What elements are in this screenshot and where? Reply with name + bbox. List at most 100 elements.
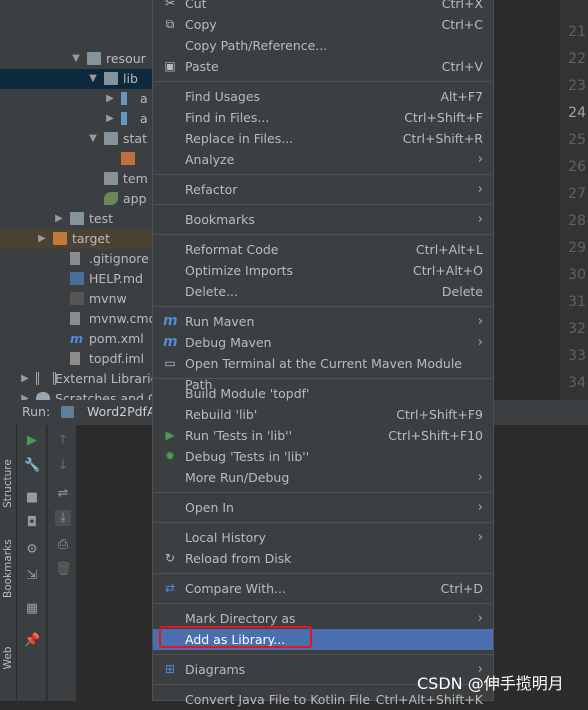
menu-item-shortcut: Ctrl+Shift+F	[404, 110, 483, 125]
tree-row[interactable]: ▶ External Librarie	[0, 369, 155, 389]
tree-row[interactable]: ▶ Scratches and C	[0, 389, 155, 400]
tree-row[interactable]: HELP.md	[0, 269, 155, 289]
menu-item-copy[interactable]: ⧉ Copy Ctrl+C	[153, 14, 493, 35]
tree-row[interactable]: ▶ a	[0, 109, 155, 129]
bookmarks-tab[interactable]: Bookmarks	[2, 539, 14, 598]
context-menu: ✂ Cut Ctrl+X ⧉ Copy Ctrl+C Copy Path/Reference…	[152, 0, 494, 707]
copy-icon: ⧉	[165, 17, 175, 31]
menu-item-paste[interactable]: ▣ Paste Ctrl+V	[153, 56, 493, 77]
up-arrow-icon[interactable]: ↑	[55, 433, 71, 449]
tree-row[interactable]: topdf.iml	[0, 349, 155, 369]
menu-item-delete[interactable]: Delete... Delete	[153, 281, 493, 302]
tree-row[interactable]: tem	[0, 169, 155, 189]
tree-row[interactable]: mvnw	[0, 289, 155, 309]
menu-item-compare-with[interactable]: ⇄ Compare With... Ctrl+D	[153, 578, 493, 599]
tree-row[interactable]	[0, 149, 155, 169]
settings-icon[interactable]: ⚙	[24, 542, 40, 558]
camera-icon[interactable]: ◘	[24, 515, 40, 531]
tree-row[interactable]: ▶ target	[0, 229, 155, 249]
tree-row-label: resour	[106, 51, 146, 66]
layout-icon[interactable]: ▦	[24, 601, 40, 617]
menu-item-open-in[interactable]: Open In ›	[153, 497, 493, 518]
scroll-to-end-icon[interactable]: ⤓	[55, 510, 71, 526]
menu-item-label: Delete...	[185, 284, 238, 299]
tree-row[interactable]: mvnw.cmd	[0, 309, 155, 329]
soft-wrap-icon[interactable]: ⇌	[55, 486, 71, 502]
print-icon[interactable]: ⎙	[55, 537, 71, 553]
menu-item-analyze[interactable]: Analyze ›	[153, 149, 493, 170]
tree-row-label: mvnw.cmd	[89, 311, 155, 326]
run-icon: ▶	[165, 428, 175, 442]
tree-row[interactable]: ▶ test	[0, 209, 155, 229]
menu-item-label: Paste	[185, 59, 219, 74]
chevron-down-icon[interactable]: ▼	[71, 49, 81, 69]
menu-separator	[154, 378, 492, 379]
left-tool-strip: Structure Bookmarks Web	[0, 425, 17, 701]
menu-item-shortcut: Delete	[441, 284, 483, 299]
tree-row[interactable]: ▶ a	[0, 89, 155, 109]
menu-item-find-usages[interactable]: Find Usages Alt+F7	[153, 86, 493, 107]
menu-item-debug-tests-in-lib[interactable]: ✹ Debug 'Tests in 'lib''	[153, 446, 493, 467]
menu-item-local-history[interactable]: Local History ›	[153, 527, 493, 548]
chevron-right-icon[interactable]: ▶	[20, 389, 30, 400]
tree-row[interactable]: .gitignore	[0, 249, 155, 269]
menu-item-optimize-imports[interactable]: Optimize Imports Ctrl+Alt+O	[153, 260, 493, 281]
chevron-right-icon[interactable]: ▶	[105, 89, 115, 109]
menu-item-build-module-topdf[interactable]: Build Module 'topdf'	[153, 383, 493, 404]
menu-item-reformat-code[interactable]: Reformat Code Ctrl+Alt+L	[153, 239, 493, 260]
menu-item-label: Bookmarks	[185, 212, 255, 227]
chevron-right-icon[interactable]: ▶	[37, 229, 47, 249]
run-tab[interactable]: Word2PdfA	[87, 404, 156, 419]
wrench-icon[interactable]: 🔧	[24, 458, 40, 474]
menu-item-open-terminal-at-the-current-maven-module-path[interactable]: ▭ Open Terminal at the Current Maven Modu…	[153, 353, 493, 392]
menu-item-label: Replace in Files...	[185, 131, 294, 146]
rerun-icon[interactable]: ▶	[24, 433, 40, 449]
chevron-down-icon[interactable]: ▼	[88, 129, 98, 149]
chevron-right-icon[interactable]: ▶	[105, 109, 115, 129]
menu-item-run-maven[interactable]: m Run Maven ›	[153, 311, 493, 332]
login-icon[interactable]: ⇲	[24, 568, 40, 584]
down-arrow-icon[interactable]: ↓	[55, 458, 71, 474]
menu-item-run-tests-in-lib[interactable]: ▶ Run 'Tests in 'lib'' Ctrl+Shift+F10	[153, 425, 493, 446]
trash-icon[interactable]: 🗑	[55, 562, 72, 578]
menu-item-more-run-debug[interactable]: More Run/Debug ›	[153, 467, 493, 488]
chevron-right-icon: ›	[477, 500, 483, 515]
maven-icon: m	[163, 313, 178, 329]
tree-row[interactable]: ▼ resour	[0, 49, 155, 69]
pin-icon[interactable]: 📌	[24, 633, 40, 649]
stop-icon[interactable]: ■	[24, 490, 40, 506]
tree-row[interactable]: ▼ lib	[0, 69, 155, 89]
structure-tab[interactable]: Structure	[2, 459, 14, 508]
chevron-down-icon[interactable]: ▼	[88, 69, 98, 89]
menu-item-copy-path-reference[interactable]: Copy Path/Reference...	[153, 35, 493, 56]
menu-item-label: Run Maven	[185, 314, 255, 329]
menu-item-shortcut: Ctrl+D	[440, 581, 483, 596]
menu-item-rebuild-lib[interactable]: Rebuild 'lib' Ctrl+Shift+F9	[153, 404, 493, 425]
menu-separator	[154, 522, 492, 523]
menu-item-label: Convert Java File to Kotlin File	[185, 692, 371, 707]
menu-item-refactor[interactable]: Refactor ›	[153, 179, 493, 200]
menu-item-label: Optimize Imports	[185, 263, 294, 278]
menu-item-cut[interactable]: ✂ Cut Ctrl+X	[153, 0, 493, 14]
chevron-right-icon[interactable]: ▶	[54, 209, 64, 229]
line-number: 24	[568, 105, 586, 121]
chevron-right-icon[interactable]: ▶	[20, 369, 30, 389]
tree-row[interactable]: app	[0, 189, 155, 209]
menu-item-label: Rebuild 'lib'	[185, 407, 258, 422]
menu-item-label: Copy	[185, 17, 217, 32]
menu-item-replace-in-files[interactable]: Replace in Files... Ctrl+Shift+R	[153, 128, 493, 149]
tree-row[interactable]: m pom.xml	[0, 329, 155, 349]
menu-separator	[154, 603, 492, 604]
web-tab[interactable]: Web	[2, 636, 14, 680]
tree-row-label: topdf.iml	[89, 351, 145, 366]
line-number: 22	[568, 51, 586, 67]
tree-row-label: HELP.md	[89, 271, 143, 286]
menu-item-label: Local History	[185, 530, 266, 545]
menu-item-bookmarks[interactable]: Bookmarks ›	[153, 209, 493, 230]
menu-item-shortcut: Ctrl+C	[441, 17, 483, 32]
menu-item-shortcut: Ctrl+Alt+L	[415, 242, 483, 257]
tree-row[interactable]: ▼ stat	[0, 129, 155, 149]
menu-item-debug-maven[interactable]: m Debug Maven ›	[153, 332, 493, 353]
menu-item-reload-from-disk[interactable]: ↻ Reload from Disk	[153, 548, 493, 569]
menu-item-find-in-files[interactable]: Find in Files... Ctrl+Shift+F	[153, 107, 493, 128]
